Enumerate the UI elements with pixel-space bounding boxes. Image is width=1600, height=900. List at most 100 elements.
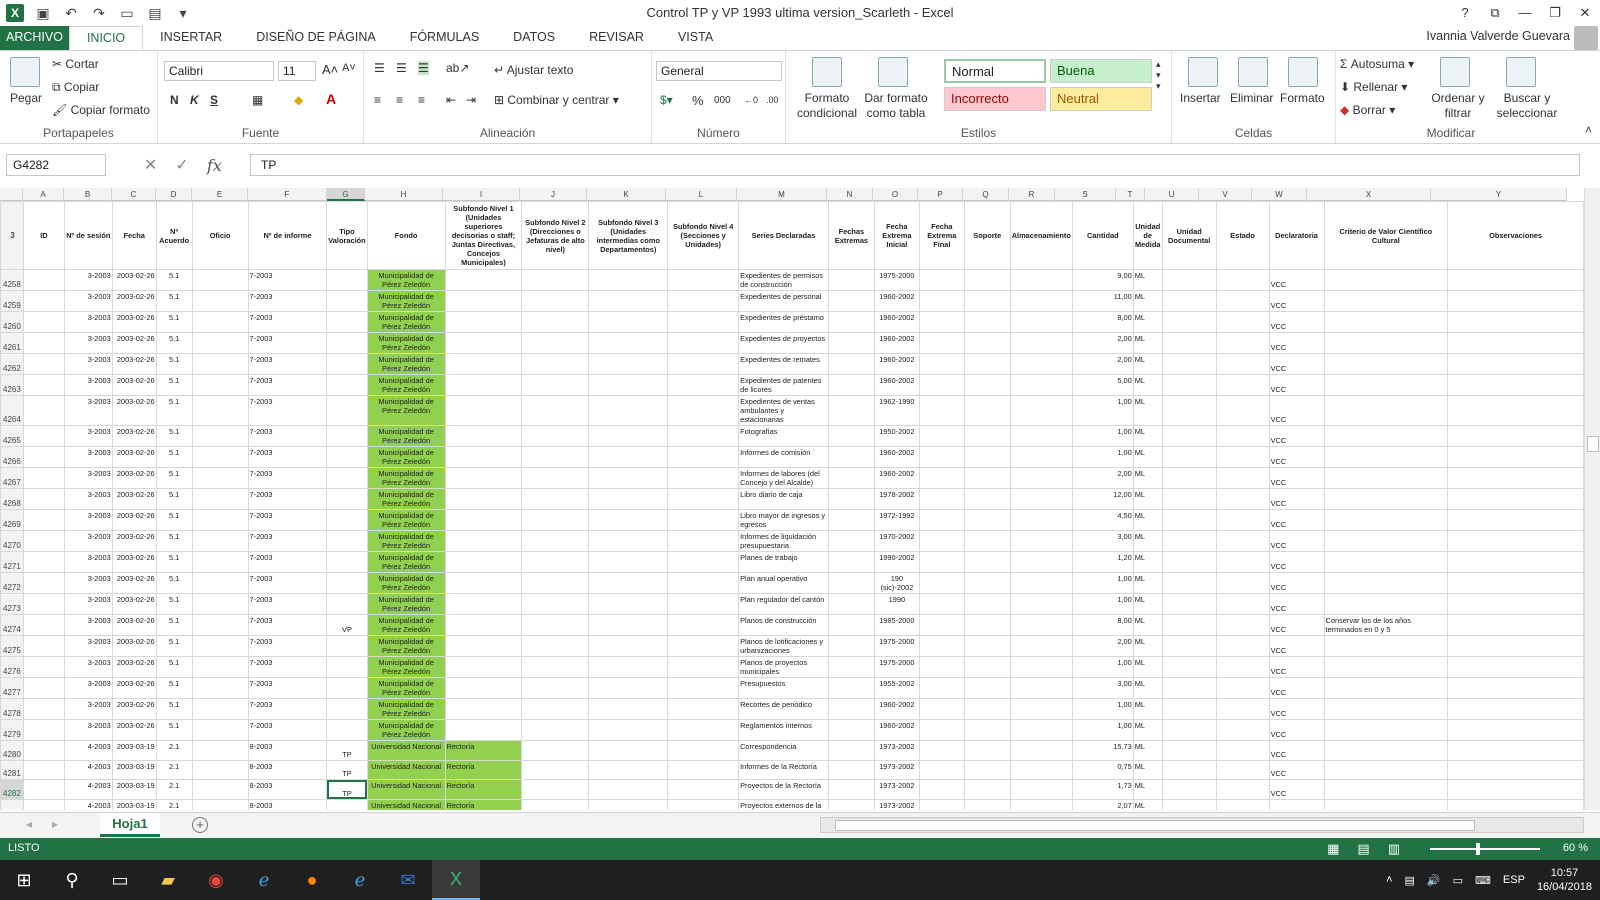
header-cell[interactable]: Subfondo Nivel 4 (Secciones y Unidades) (667, 201, 740, 270)
cell-u[interactable] (1161, 759, 1217, 781)
cell-j[interactable] (521, 290, 590, 312)
cell-m[interactable]: Libro diario de caja (738, 488, 829, 510)
row-header[interactable]: 3 (0, 201, 24, 270)
style-normal[interactable]: Normal (944, 59, 1046, 83)
cell-d[interactable]: 5.1 (155, 332, 193, 354)
cell-b[interactable]: 3-2003 (63, 353, 113, 375)
cell-l[interactable] (667, 446, 740, 468)
column-header[interactable]: P (918, 188, 963, 201)
cell-g[interactable] (326, 551, 368, 573)
currency-icon[interactable]: $▾ (660, 93, 673, 107)
cell-l[interactable] (667, 374, 740, 396)
cell-g[interactable] (326, 719, 368, 741)
column-header[interactable]: S (1055, 188, 1116, 201)
cell-h[interactable]: Municipalidad de Pérez Zeledón (366, 425, 446, 447)
cell-t[interactable]: ML (1132, 551, 1163, 573)
cell-h[interactable]: Municipalidad de Pérez Zeledón (366, 677, 446, 699)
cell-j[interactable] (521, 311, 590, 333)
row-header[interactable]: 4283 (0, 798, 24, 810)
cell-b[interactable]: 3-2003 (63, 698, 113, 720)
cell-q[interactable] (963, 395, 1011, 426)
row-header[interactable]: 4271 (0, 551, 24, 573)
cell-b[interactable]: 3-2003 (63, 467, 113, 489)
font-color-icon[interactable]: A (326, 91, 336, 107)
align-top-icon[interactable]: ☰ (374, 61, 385, 75)
cell-e[interactable] (191, 425, 249, 447)
cell-e[interactable] (191, 698, 249, 720)
cell-x[interactable] (1323, 698, 1449, 720)
cell-h[interactable]: Municipalidad de Pérez Zeledón (366, 290, 446, 312)
cell-j[interactable] (521, 779, 590, 800)
cell-u[interactable] (1161, 311, 1217, 333)
paste-icon[interactable] (10, 57, 40, 87)
styles-scroll-icon[interactable]: ▴ ▾ ▾ (1156, 59, 1161, 92)
cell-c[interactable]: 2003-02-26 (111, 353, 157, 375)
cell-h[interactable]: Municipalidad de Pérez Zeledón (366, 593, 446, 615)
cell-q[interactable] (963, 425, 1011, 447)
header-cell[interactable]: Subfondo Nivel 1 (Unidades superiores de… (444, 201, 523, 270)
cell-s[interactable]: 3,00 (1071, 530, 1134, 552)
cell-g[interactable]: TP (326, 798, 368, 810)
cell-n[interactable] (827, 395, 875, 426)
cell-q[interactable] (963, 740, 1011, 761)
cell-l[interactable] (667, 551, 740, 573)
cell-t[interactable]: ML (1132, 425, 1163, 447)
cell-l[interactable] (667, 332, 740, 354)
cell-x[interactable] (1323, 467, 1449, 489)
cell-w[interactable]: VCC (1268, 311, 1325, 333)
cell-h[interactable]: Municipalidad de Pérez Zeledón (366, 374, 446, 396)
cell-t[interactable]: ML (1132, 798, 1163, 810)
prev-sheet-icon[interactable]: ◂ (26, 817, 32, 831)
cell-u[interactable] (1161, 614, 1217, 636)
cell-u[interactable] (1161, 635, 1217, 657)
cell-q[interactable] (963, 572, 1011, 594)
cell-t[interactable]: ML (1132, 467, 1163, 489)
cell-t[interactable]: ML (1132, 509, 1163, 531)
cell-i[interactable] (444, 572, 523, 594)
cell-d[interactable]: 2.1 (155, 759, 193, 781)
cell-h[interactable]: Municipalidad de Pérez Zeledón (366, 395, 446, 426)
row-header[interactable]: 4266 (0, 446, 24, 468)
cell-c[interactable]: 2003-02-26 (111, 332, 157, 354)
cell-b[interactable]: 3-2003 (63, 656, 113, 678)
cell-r[interactable] (1009, 395, 1073, 426)
cell-c[interactable]: 2003-02-26 (111, 446, 157, 468)
cell-q[interactable] (963, 593, 1011, 615)
page-layout-icon[interactable]: ▤ (1357, 841, 1369, 857)
cell-a[interactable] (22, 269, 65, 291)
cell-b[interactable]: 3-2003 (63, 719, 113, 741)
sheet-table[interactable]: 3 ID Nº de sesión Fecha Nº Acuerdo Oficio Nº d… (0, 201, 1584, 810)
cell-s[interactable]: 2,00 (1071, 353, 1134, 375)
cell-i[interactable] (444, 530, 523, 552)
cell-d[interactable]: 5.1 (155, 353, 193, 375)
cell-f[interactable]: 7-2003 (247, 395, 328, 426)
cell-r[interactable] (1009, 551, 1073, 573)
shrink-font-icon[interactable]: A˅ (342, 62, 356, 74)
cell-n[interactable] (827, 332, 875, 354)
cell-i[interactable] (444, 551, 523, 573)
cell-e[interactable] (191, 759, 249, 781)
cell-u[interactable] (1161, 425, 1217, 447)
cell-t[interactable]: ML (1132, 614, 1163, 636)
cell-y[interactable] (1447, 311, 1584, 333)
cell-k[interactable] (588, 759, 669, 781)
cell-y[interactable] (1447, 656, 1584, 678)
cell-i[interactable]: Rectoría (444, 798, 523, 810)
cell-r[interactable] (1009, 779, 1073, 800)
cell-k[interactable] (588, 593, 669, 615)
cell-k[interactable] (588, 530, 669, 552)
cell-i[interactable] (444, 311, 523, 333)
cell-e[interactable] (191, 593, 249, 615)
cell-f[interactable]: 8-2003 (247, 779, 328, 800)
cell-k[interactable] (588, 656, 669, 678)
cell-g[interactable] (326, 395, 368, 426)
cell-a[interactable] (22, 290, 65, 312)
cell-a[interactable] (22, 593, 65, 615)
cell-u[interactable] (1161, 572, 1217, 594)
cell-p[interactable] (918, 509, 965, 531)
cell-m[interactable]: Expedientes de patentes de licores (738, 374, 829, 396)
cell-a[interactable] (22, 395, 65, 426)
cell-j[interactable] (521, 530, 590, 552)
keyboard-icon[interactable]: ⌨ (1475, 874, 1491, 887)
cell-o[interactable]: 1960-2002 (873, 311, 920, 333)
